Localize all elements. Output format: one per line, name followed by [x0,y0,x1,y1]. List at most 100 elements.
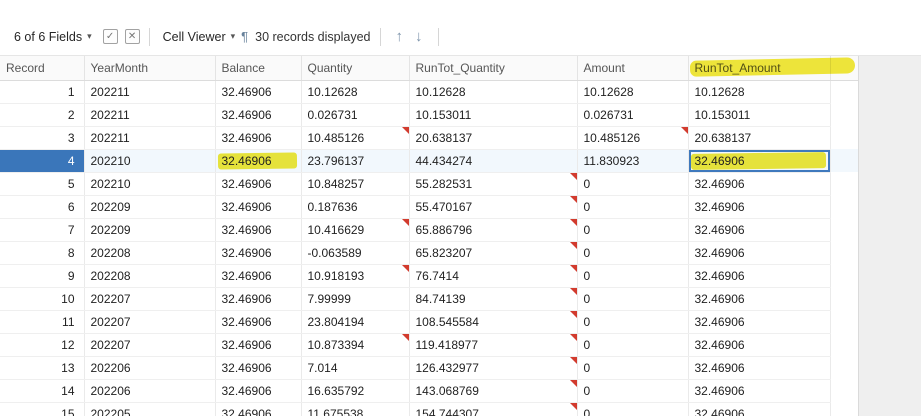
table-row[interactable]: 9 202208 32.46906 10.918193 76.7414 0 32.46906 [0,264,858,288]
cell-balance[interactable]: 32.46906 [215,310,302,334]
cell-amount[interactable]: 0 [577,356,689,380]
cell-balance[interactable]: 32.46906 [215,103,302,127]
table-row[interactable]: 7 202209 32.46906 10.416629 65.886796 0 32.469… [0,218,858,242]
cell-runTotAmount[interactable]: 32.46906 [688,356,831,380]
cell-runTotQuantity[interactable]: 154.744307 [409,402,578,416]
cell-quantity[interactable]: 10.918193 [301,264,410,288]
cell-quantity[interactable]: -0.063589 [301,241,410,265]
cell-runTotAmount[interactable]: 10.12628 [688,80,831,104]
cell-yearMonth[interactable]: 202209 [84,218,216,242]
cell-quantity[interactable]: 23.804194 [301,310,410,334]
cell-runTotQuantity[interactable]: 143.068769 [409,379,578,403]
cell-runTotAmount[interactable]: 32.46906 [688,333,831,357]
cell-quantity[interactable]: 16.635792 [301,379,410,403]
column-header-runTotAmount[interactable]: RunTot_Amount [688,56,855,81]
cell-quantity[interactable]: 10.848257 [301,172,410,196]
cell-runTotAmount[interactable]: 10.153011 [688,103,831,127]
cell-balance[interactable]: 32.46906 [215,241,302,265]
cell-balance[interactable]: 32.46906 [215,402,302,416]
cell-yearMonth[interactable]: 202207 [84,287,216,311]
cell-quantity[interactable]: 7.99999 [301,287,410,311]
cell-balance[interactable]: 32.46906 [215,264,302,288]
fields-dropdown[interactable]: 6 of 6 Fields ▾ [10,27,96,47]
cell-quantity[interactable]: 10.416629 [301,218,410,242]
cell-runTotAmount[interactable]: 20.638137 [688,126,831,150]
cell-yearMonth[interactable]: 202206 [84,356,216,380]
select-fields-icon[interactable]: ✓ [102,29,118,44]
cell-balance[interactable]: 32.46906 [215,356,302,380]
cell-balance[interactable]: 32.46906 [215,287,302,311]
column-header-record[interactable]: Record [0,56,85,81]
cell-record[interactable]: 7 [0,218,85,242]
cell-record[interactable]: 14 [0,379,85,403]
cell-amount[interactable]: 0 [577,218,689,242]
cell-amount[interactable]: 0 [577,333,689,357]
cell-amount[interactable]: 10.485126 [577,126,689,150]
cell-yearMonth[interactable]: 202210 [84,149,216,173]
cell-balance[interactable]: 32.46906 [215,333,302,357]
cell-record[interactable]: 4 [0,149,85,173]
cell-runTotQuantity[interactable]: 108.545584 [409,310,578,334]
cell-runTotQuantity[interactable]: 65.886796 [409,218,578,242]
cell-yearMonth[interactable]: 202211 [84,126,216,150]
cell-record[interactable]: 6 [0,195,85,219]
cell-balance[interactable]: 32.46906 [215,379,302,403]
cell-quantity[interactable]: 7.014 [301,356,410,380]
table-row[interactable]: 12 202207 32.46906 10.873394 119.418977 0 32.4… [0,333,858,357]
column-header-yearMonth[interactable]: YearMonth [84,56,216,81]
cell-amount[interactable]: 11.830923 [577,149,689,173]
cell-runTotAmount[interactable]: 32.46906 [688,287,831,311]
cell-runTotAmount[interactable]: 32.46906 [688,172,831,196]
cell-yearMonth[interactable]: 202211 [84,80,216,104]
cell-record[interactable]: 12 [0,333,85,357]
cell-amount[interactable]: 0 [577,195,689,219]
scroll-down-icon[interactable]: ↓ [415,28,423,45]
cell-runTotQuantity[interactable]: 55.282531 [409,172,578,196]
cell-runTotAmount[interactable]: 32.46906 [688,379,831,403]
cell-yearMonth[interactable]: 202208 [84,241,216,265]
pilcrow-icon[interactable]: ¶ [241,29,248,44]
cell-runTotQuantity[interactable]: 76.7414 [409,264,578,288]
cell-runTotQuantity[interactable]: 10.153011 [409,103,578,127]
cell-runTotAmount[interactable]: 32.46906 [688,218,831,242]
cell-runTotAmount[interactable]: 32.46906 [688,149,831,173]
cell-runTotQuantity[interactable]: 84.74139 [409,287,578,311]
cell-record[interactable]: 5 [0,172,85,196]
table-row[interactable]: 2 202211 32.46906 0.026731 10.153011 0.026731… [0,103,858,127]
cell-viewer-dropdown[interactable]: Cell Viewer ▾ [159,27,240,47]
cell-runTotQuantity[interactable]: 65.823207 [409,241,578,265]
cell-runTotQuantity[interactable]: 20.638137 [409,126,578,150]
cell-runTotQuantity[interactable]: 126.432977 [409,356,578,380]
deselect-fields-icon[interactable]: ✕ [124,29,140,44]
cell-amount[interactable]: 0 [577,310,689,334]
cell-record[interactable]: 10 [0,287,85,311]
cell-balance[interactable]: 32.46906 [215,149,302,173]
cell-runTotAmount[interactable]: 32.46906 [688,310,831,334]
cell-record[interactable]: 1 [0,80,85,104]
cell-amount[interactable]: 0 [577,172,689,196]
cell-balance[interactable]: 32.46906 [215,195,302,219]
table-row[interactable]: 13 202206 32.46906 7.014 126.432977 0 32.46906 [0,356,858,380]
cell-record[interactable]: 11 [0,310,85,334]
cell-runTotQuantity[interactable]: 119.418977 [409,333,578,357]
cell-runTotAmount[interactable]: 32.46906 [688,402,831,416]
cell-quantity[interactable]: 0.026731 [301,103,410,127]
table-row[interactable]: 6 202209 32.46906 0.187636 55.470167 0 32.4690… [0,195,858,219]
table-row[interactable]: 4 202210 32.46906 23.796137 44.434274 11.8309… [0,149,858,173]
column-header-balance[interactable]: Balance [215,56,302,81]
cell-quantity[interactable]: 10.873394 [301,333,410,357]
cell-quantity[interactable]: 10.12628 [301,80,410,104]
cell-amount[interactable]: 0.026731 [577,103,689,127]
table-row[interactable]: 10 202207 32.46906 7.99999 84.74139 0 32.46906 [0,287,858,311]
cell-yearMonth[interactable]: 202208 [84,264,216,288]
table-row[interactable]: 11 202207 32.46906 23.804194 108.545584 0 32.4… [0,310,858,334]
cell-record[interactable]: 3 [0,126,85,150]
cell-quantity[interactable]: 23.796137 [301,149,410,173]
cell-runTotAmount[interactable]: 32.46906 [688,241,831,265]
cell-yearMonth[interactable]: 202206 [84,379,216,403]
cell-yearMonth[interactable]: 202207 [84,333,216,357]
cell-runTotAmount[interactable]: 32.46906 [688,195,831,219]
table-row[interactable]: 3 202211 32.46906 10.485126 20.638137 10.4851… [0,126,858,150]
table-row[interactable]: 8 202208 32.46906 -0.063589 65.823207 0 32.469… [0,241,858,265]
column-header-amount[interactable]: Amount [577,56,689,81]
